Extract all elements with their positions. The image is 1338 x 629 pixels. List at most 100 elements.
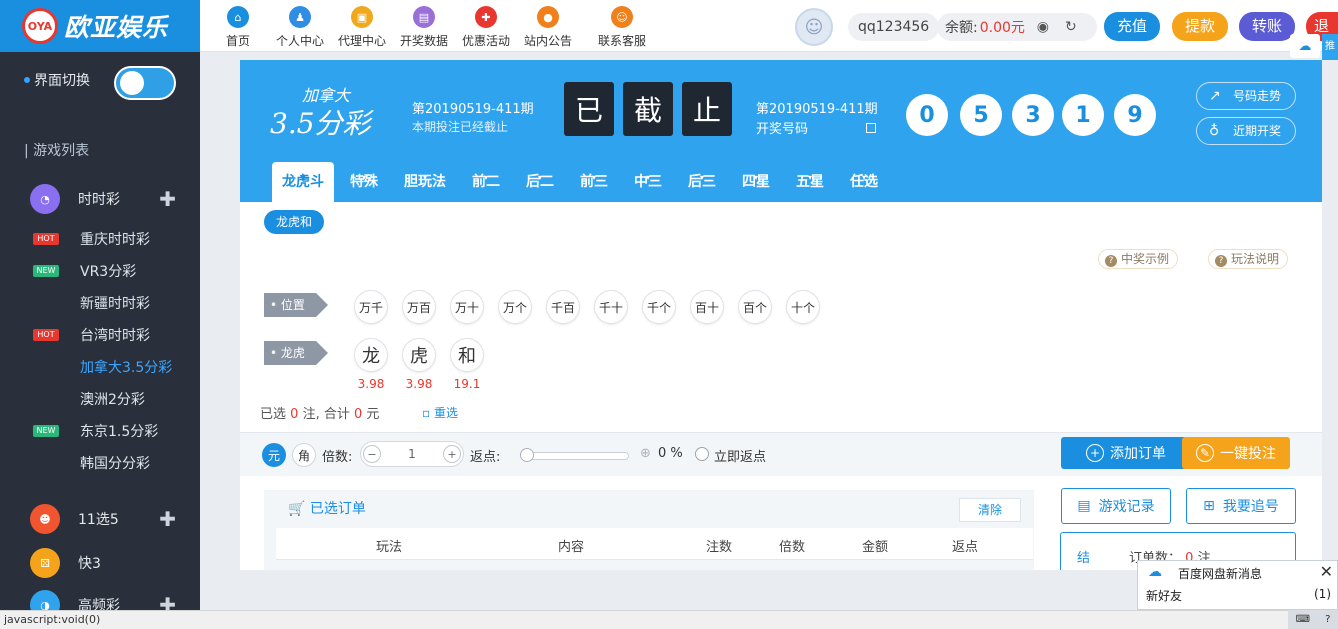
tab-hou-er[interactable]: 后二 ▾ (516, 162, 564, 202)
tab-hou-san[interactable]: 后三 ▾ (678, 162, 726, 202)
tiger-option[interactable]: 虎 (402, 338, 436, 372)
unit-yuan-button[interactable]: 元 (262, 443, 286, 467)
nav-label: 站内公告 (523, 34, 572, 48)
result-ball: 1 (1062, 94, 1104, 136)
tab-longhudou[interactable]: 龙虎斗 ▼ (272, 162, 334, 202)
sidebar-item-canada-35[interactable]: 加拿大3.5分彩 (80, 357, 172, 377)
pen-icon: ✎ (1196, 444, 1214, 462)
chase-number-button[interactable]: ⊞ 我要追号 (1186, 488, 1296, 524)
tab-special[interactable]: 特殊 ▾ (340, 162, 388, 202)
game-records-button[interactable]: ▤ 游戏记录 (1061, 488, 1171, 524)
nav-promotions[interactable]: ✚ 优惠活动 (458, 4, 514, 49)
category-label: 时时彩 (78, 192, 120, 208)
sidebar-item-korea-1[interactable]: 韩国分分彩 (80, 453, 150, 473)
eye-icon[interactable]: ◉ (1033, 19, 1053, 35)
baidu-notification: ☁ 百度网盘新消息 ✕ 新好友 (1) (1137, 560, 1338, 610)
one-click-bet-button[interactable]: ✎ 一键投注 (1182, 437, 1290, 469)
open-issue: 第20190519-411期 (756, 102, 878, 117)
slider-handle[interactable] (520, 448, 534, 462)
nav-home[interactable]: ⌂ 首页 (210, 4, 266, 49)
summary-mid: 注, 合计 (302, 407, 350, 422)
sidebar-item-australia-2[interactable]: 澳洲2分彩 (80, 389, 145, 409)
notification-message[interactable]: 新好友 (1146, 587, 1182, 604)
selected-orders-panel: 🛒 已选订单 清除 玩法 内容 注数 倍数 金额 返点 (264, 490, 1034, 570)
edge-tab[interactable]: 推 (1322, 34, 1338, 60)
caret-down-icon: ▾ (699, 173, 705, 182)
category-k3[interactable]: ⚄ 快3 (30, 548, 190, 578)
nav-customer-service[interactable]: ☺ 联系客服 (582, 4, 662, 49)
trend-button[interactable]: ↗ 号码走势 (1196, 82, 1296, 110)
category-ssc[interactable]: ◔ 时时彩 ✚ (30, 184, 190, 214)
tab-qian-er[interactable]: 前二 ▾ (462, 162, 510, 202)
current-tip: 本期投注已经截止 (412, 120, 509, 134)
tab-qian-san[interactable]: 前三 ▾ (570, 162, 618, 202)
brand-name: 欧亚娱乐 (64, 13, 169, 42)
baidu-cloud-icon[interactable]: ☁ (1290, 34, 1320, 58)
reset-label: 重选 (433, 406, 458, 420)
add-order-label: 添加订单 (1110, 446, 1166, 462)
position-option[interactable]: 十个 (786, 290, 820, 324)
minus-icon[interactable]: − (363, 445, 381, 463)
withdraw-button[interactable]: 提款 (1172, 12, 1228, 41)
help-circle-icon[interactable]: ? (1325, 614, 1330, 625)
nav-draw-data[interactable]: ▤ 开奖数据 (396, 4, 452, 49)
rebate-percent: 0 % (658, 446, 683, 461)
sidebar-item-tokyo-15[interactable]: 东京1.5分彩 (80, 421, 158, 441)
plus-icon[interactable]: + (442, 445, 461, 463)
tab-si-xing[interactable]: 四星 ▾ (732, 162, 780, 202)
clear-orders-button[interactable]: 清除 (959, 498, 1021, 522)
balance-box: 余额: 0.00元 ◉ ↻ (937, 13, 1097, 41)
position-option[interactable]: 万千 (354, 290, 388, 324)
position-option[interactable]: 百个 (738, 290, 772, 324)
recharge-button[interactable]: 充值 (1104, 12, 1160, 41)
keyboard-icon[interactable]: ⌨ (1296, 614, 1310, 625)
position-option[interactable]: 千百 (546, 290, 580, 324)
ui-switch-toggle[interactable] (114, 66, 176, 100)
position-option[interactable]: 万个 (498, 290, 532, 324)
position-option[interactable]: 百十 (690, 290, 724, 324)
copy-icon[interactable] (866, 123, 877, 133)
tab-zhong-san[interactable]: 中三 ▾ (624, 162, 672, 202)
position-option[interactable]: 万十 (450, 290, 484, 324)
tab-ren-xuan[interactable]: 任选 ▾ (840, 162, 888, 202)
win-example-button[interactable]: ? 中奖示例 (1098, 249, 1179, 269)
tab-wu-xing[interactable]: 五星 ▾ (786, 162, 834, 202)
category-11x5[interactable]: ☻ 11选5 ✚ (30, 504, 190, 534)
rebate-slider[interactable] (520, 448, 629, 462)
result-ball: 0 (906, 94, 948, 136)
refresh-icon[interactable]: ↻ (1061, 19, 1081, 35)
multiplier-stepper[interactable]: − 1 + (360, 441, 464, 467)
trend-label: 号码走势 (1233, 89, 1282, 103)
nav-personal-center[interactable]: ♟ 个人中心 (272, 4, 328, 49)
close-icon[interactable]: ✕ (1320, 562, 1333, 581)
reset-selection-link[interactable]: ▫ 重选 (422, 404, 458, 421)
position-option[interactable]: 万百 (402, 290, 436, 324)
tie-option[interactable]: 和 (450, 338, 484, 372)
nav-announcements[interactable]: ● 站内公告 (520, 4, 576, 49)
instant-rebate-radio[interactable] (695, 447, 709, 461)
transfer-button[interactable]: 转账 (1239, 12, 1295, 41)
unit-jiao-button[interactable]: 角 (292, 443, 316, 467)
position-option[interactable]: 千十 (594, 290, 628, 324)
caret-down-icon: ▾ (753, 173, 759, 182)
sidebar-item-vr3[interactable]: VR3分彩 (80, 261, 136, 281)
recent-draws-button[interactable]: ♁ 近期开奖 (1196, 117, 1296, 145)
ssc-icon: ◔ (30, 184, 60, 214)
expand-plus-icon[interactable]: ✚ (159, 187, 176, 211)
position-option[interactable]: 千个 (642, 290, 676, 324)
plus-circle-icon[interactable]: ⊕ (640, 446, 651, 461)
add-order-button[interactable]: + 添加订单 (1061, 437, 1191, 469)
expand-plus-icon[interactable]: ✚ (159, 507, 176, 531)
multiplier-value[interactable]: 1 (408, 447, 416, 461)
logo[interactable]: OYA 欧亚娱乐 (0, 0, 200, 52)
rules-button[interactable]: ? 玩法说明 (1208, 249, 1289, 269)
avatar[interactable]: ☺ (795, 8, 833, 46)
games-list-label[interactable]: | 游戏列表 (24, 140, 89, 160)
sidebar-item-chongqing-ssc[interactable]: 重庆时时彩 (80, 229, 150, 249)
dragon-option[interactable]: 龙 (354, 338, 388, 372)
nav-agent-center[interactable]: ▣ 代理中心 (334, 4, 390, 49)
tab-dan[interactable]: 胆玩法 ▾ (394, 162, 456, 202)
sidebar-item-taiwan-ssc[interactable]: 台湾时时彩 (80, 325, 150, 345)
sidebar-item-xinjiang-ssc[interactable]: 新疆时时彩 (80, 293, 150, 313)
subtab-longhuhe[interactable]: 龙虎和 (264, 210, 325, 234)
